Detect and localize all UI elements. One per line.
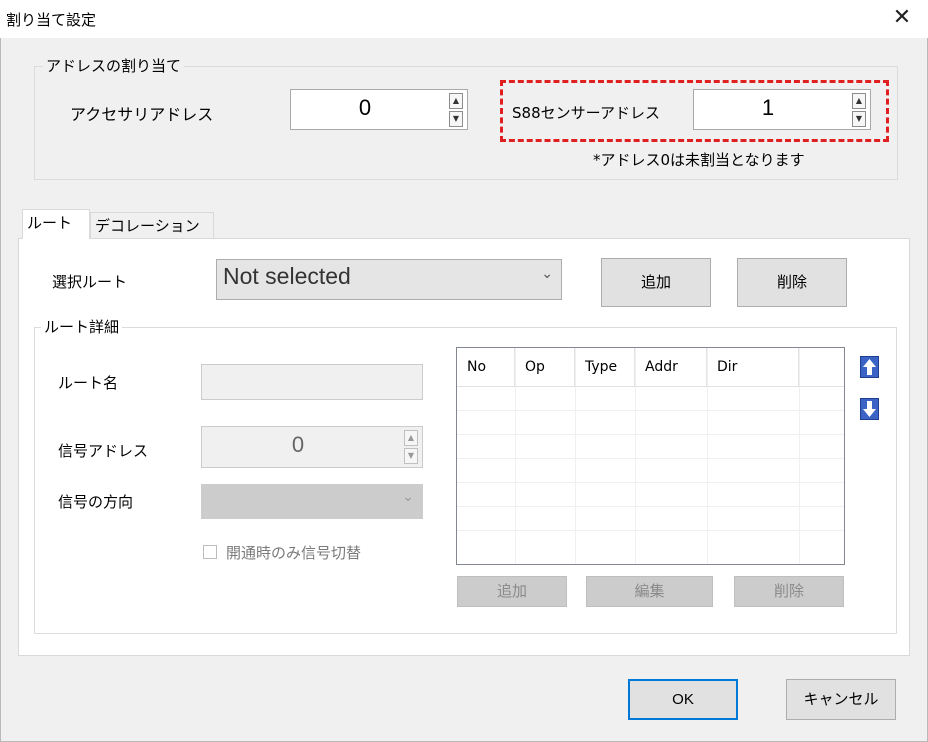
grid-column-line [515, 348, 516, 564]
accessory-address-value: 0 [358, 95, 372, 120]
column-header-type[interactable]: Type [575, 348, 635, 386]
move-up-icon[interactable] [860, 356, 879, 378]
column-header-no[interactable]: No [457, 348, 515, 386]
grid-row-line [457, 386, 844, 387]
accessory-down-icon[interactable]: ▼ [449, 111, 463, 127]
cancel-button[interactable]: キャンセル [786, 679, 896, 720]
signal-address-label: 信号アドレス [58, 442, 149, 460]
grid-row-line [457, 434, 844, 435]
route-detail-label: ルート詳細 [41, 316, 123, 337]
route-steps-table[interactable]: No Op Type Addr Dir [456, 347, 845, 565]
select-route-label: 選択ルート [52, 273, 128, 291]
grid-row-line [457, 410, 844, 411]
route-select-value: Not selected [223, 263, 351, 289]
column-header-dir[interactable]: Dir [707, 348, 799, 386]
address-group-label: アドレスの割り当て [43, 55, 185, 76]
accessory-address-label: アクセサリアドレス [70, 105, 214, 124]
s88-down-icon[interactable]: ▼ [852, 111, 866, 127]
chevron-down-icon: ⌄ [402, 489, 414, 505]
grid-column-line [635, 348, 636, 564]
signal-up-icon[interactable]: ▲ [404, 430, 418, 446]
add-step-button[interactable]: 追加 [457, 576, 567, 607]
move-down-icon[interactable] [860, 398, 879, 420]
s88-address-label: S88センサーアドレス [512, 104, 661, 122]
signal-down-icon[interactable]: ▼ [404, 448, 418, 464]
grid-row-line [457, 482, 844, 483]
grid-row-line [457, 506, 844, 507]
add-route-button[interactable]: 追加 [601, 258, 711, 307]
s88-address-value: 1 [761, 95, 775, 120]
grid-column-line [799, 348, 800, 564]
window-title: 割り当て設定 [6, 11, 97, 29]
ok-button[interactable]: OK [628, 679, 738, 720]
arrow-up-icon [863, 359, 876, 375]
delete-route-button[interactable]: 削除 [737, 258, 847, 307]
signal-address-value: 0 [291, 432, 305, 457]
route-select[interactable]: Not selected ⌄ [216, 259, 562, 300]
column-header-op[interactable]: Op [515, 348, 575, 386]
tab-route[interactable]: ルート [22, 209, 90, 239]
edit-step-button[interactable]: 編集 [586, 576, 713, 607]
s88-up-icon[interactable]: ▲ [852, 93, 866, 109]
active-tab-cover [23, 236, 89, 240]
grid-column-line [707, 348, 708, 564]
title-bar: 割り当て設定 ✕ [0, 0, 928, 38]
accessory-address-stepper[interactable]: 0 ▲ ▼ [290, 89, 468, 130]
delete-step-button[interactable]: 削除 [734, 576, 844, 607]
accessory-up-icon[interactable]: ▲ [449, 93, 463, 109]
signal-direction-label: 信号の方向 [58, 493, 134, 511]
signal-switch-checkbox[interactable] [203, 545, 217, 559]
s88-address-stepper[interactable]: 1 ▲ ▼ [693, 89, 871, 130]
grid-row-line [457, 458, 844, 459]
arrow-down-icon [863, 401, 876, 417]
grid-column-line [575, 348, 576, 564]
signal-switch-label: 開通時のみ信号切替 [226, 544, 362, 562]
chevron-down-icon: ⌄ [541, 266, 553, 282]
signal-direction-select[interactable]: ⌄ [201, 484, 423, 519]
address-note: *アドレス0は未割当となります [593, 151, 805, 169]
tab-decoration[interactable]: デコレーション [90, 212, 214, 239]
signal-address-stepper[interactable]: 0 ▲ ▼ [201, 426, 423, 468]
route-name-label: ルート名 [58, 374, 119, 392]
close-icon[interactable]: ✕ [888, 4, 916, 32]
route-name-field[interactable] [201, 364, 423, 400]
column-header-addr[interactable]: Addr [635, 348, 707, 386]
grid-row-line [457, 530, 844, 531]
